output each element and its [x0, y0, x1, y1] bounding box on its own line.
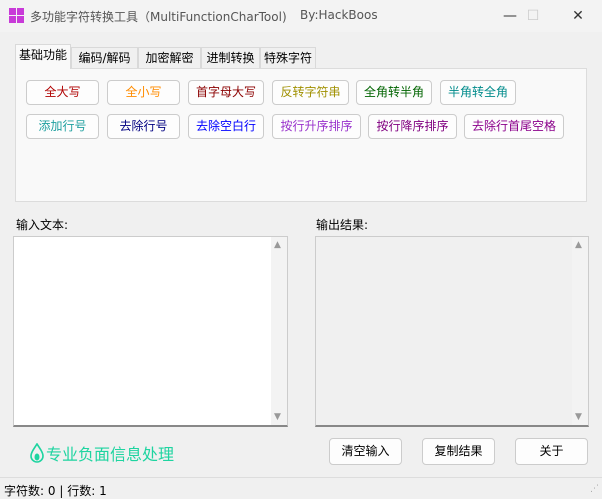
- tab-encode-decode[interactable]: 编码/解码: [71, 47, 138, 68]
- sort-asc-button[interactable]: 按行升序排序: [272, 114, 361, 139]
- sort-desc-button[interactable]: 按行降序排序: [368, 114, 457, 139]
- drop-icon: [30, 443, 44, 463]
- output-textarea[interactable]: ▲ ▼: [315, 236, 589, 427]
- maximize-button[interactable]: ☐: [511, 4, 555, 28]
- separator: |: [59, 484, 64, 498]
- scroll-down-icon[interactable]: ▼: [274, 412, 281, 422]
- tab-basic[interactable]: 基础功能: [15, 44, 71, 69]
- tab-special-chars[interactable]: 特殊字符: [260, 47, 316, 68]
- author-label: By:HackBoos: [300, 8, 378, 22]
- lowercase-button[interactable]: 全小写: [107, 80, 180, 105]
- copy-result-button[interactable]: 复制结果: [422, 438, 495, 465]
- title-bar: 多功能字符转换工具（MultiFunctionCharTool) By:Hack…: [0, 0, 602, 32]
- input-textarea[interactable]: ▲ ▼: [13, 236, 288, 427]
- fullwidth-to-halfwidth-button[interactable]: 全角转半角: [356, 80, 432, 105]
- capitalize-button[interactable]: 首字母大写: [188, 80, 264, 105]
- halfwidth-to-fullwidth-button[interactable]: 半角转全角: [440, 80, 516, 105]
- input-scrollbar[interactable]: ▲ ▼: [271, 237, 287, 425]
- remove-blank-lines-button[interactable]: 去除空白行: [188, 114, 264, 139]
- scroll-up-icon[interactable]: ▲: [274, 240, 281, 250]
- char-count: 0: [47, 484, 56, 498]
- resize-grip-icon[interactable]: ⋰: [590, 484, 599, 494]
- add-line-numbers-button[interactable]: 添加行号: [26, 114, 99, 139]
- status-text: 字符数: 0 | 行数: 1: [4, 482, 107, 499]
- close-button[interactable]: ✕: [556, 4, 600, 28]
- status-bar: 字符数: 0 | 行数: 1 ⋰: [0, 477, 602, 499]
- uppercase-button[interactable]: 全大写: [26, 80, 99, 105]
- line-count-label: 行数:: [67, 484, 96, 498]
- trim-lines-button[interactable]: 去除行首尾空格: [464, 114, 564, 139]
- scroll-down-icon[interactable]: ▼: [575, 412, 582, 422]
- window-title: 多功能字符转换工具（MultiFunctionCharTool): [30, 10, 287, 24]
- clear-input-button[interactable]: 清空输入: [329, 438, 402, 465]
- reverse-button[interactable]: 反转字符串: [272, 80, 349, 105]
- line-count: 1: [99, 484, 107, 498]
- promo-link[interactable]: 专业负面信息处理: [30, 441, 174, 465]
- tab-encrypt[interactable]: 加密解密: [138, 47, 201, 68]
- input-label: 输入文本:: [16, 218, 69, 232]
- char-count-label: 字符数:: [4, 484, 45, 498]
- promo-text: 专业负面信息处理: [46, 445, 175, 464]
- tab-radix[interactable]: 进制转换: [201, 47, 260, 68]
- scroll-up-icon[interactable]: ▲: [575, 240, 582, 250]
- output-scrollbar[interactable]: ▲ ▼: [572, 237, 588, 425]
- remove-line-numbers-button[interactable]: 去除行号: [107, 114, 180, 139]
- output-label: 输出结果:: [316, 218, 369, 232]
- app-icon: [9, 8, 24, 23]
- about-button[interactable]: 关于: [515, 438, 588, 465]
